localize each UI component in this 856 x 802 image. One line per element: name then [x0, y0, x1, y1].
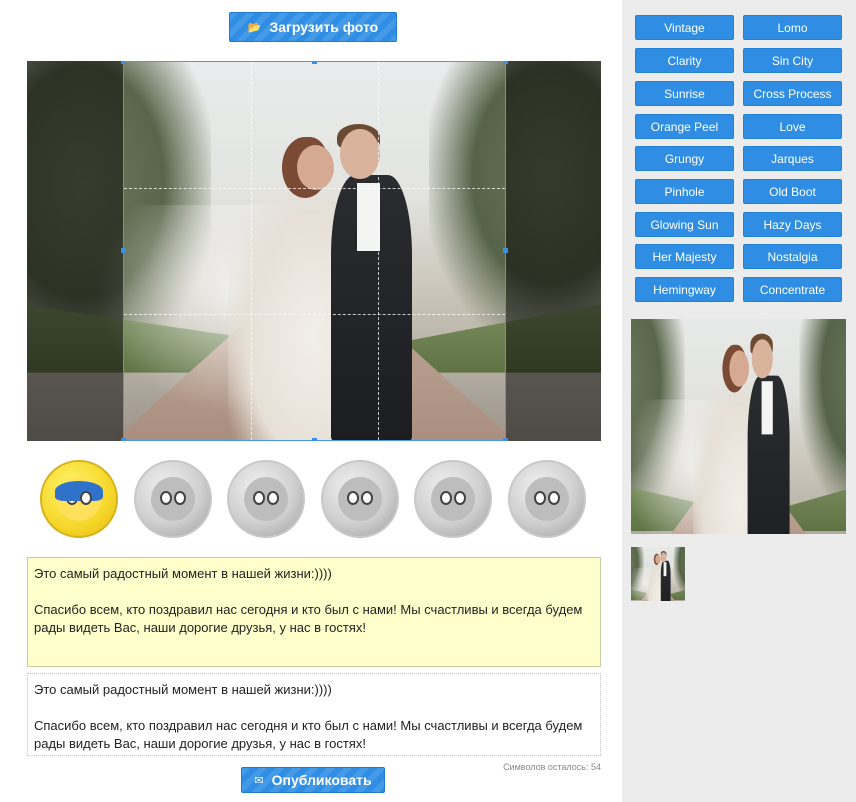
crop-selection[interactable]	[121, 61, 508, 441]
crop-handle-top[interactable]	[312, 61, 317, 64]
crop-handle-right[interactable]	[503, 248, 508, 253]
character-joy-avatar[interactable]	[40, 460, 118, 538]
crop-grid-line	[378, 62, 379, 440]
crop-shade-left	[27, 61, 123, 441]
filter-sunrise-button[interactable]: Sunrise	[635, 81, 734, 106]
cropped-preview-large	[631, 319, 846, 534]
publish-label: Опубликовать	[271, 772, 372, 788]
filter-her-majesty-button[interactable]: Her Majesty	[635, 244, 734, 269]
mail-icon: ✉	[254, 774, 264, 787]
message-preview: Это самый радостный момент в нашей жизни…	[27, 673, 601, 756]
upload-photo-label: Загрузить фото	[269, 19, 379, 35]
filter-love-button[interactable]: Love	[743, 114, 842, 139]
bing-bong-face-icon	[525, 477, 569, 521]
filter-old-boot-button[interactable]: Old Boot	[743, 179, 842, 204]
crop-handle-top-right[interactable]	[503, 61, 508, 64]
chars-left-counter: Символов осталось: 54	[503, 762, 601, 772]
publish-button[interactable]: ✉ Опубликовать	[241, 767, 385, 793]
folder-icon: 📂	[247, 21, 262, 34]
cropped-preview-thumbnail[interactable]	[631, 547, 685, 601]
filter-lomo-button[interactable]: Lomo	[743, 15, 842, 40]
character-disgust-avatar[interactable]	[414, 460, 492, 538]
crop-handle-top-left[interactable]	[121, 61, 126, 64]
crop-handle-left[interactable]	[121, 248, 126, 253]
filter-nostalgia-button[interactable]: Nostalgia	[743, 244, 842, 269]
disgust-face-icon	[431, 477, 475, 521]
crop-shade-right	[506, 61, 601, 441]
filter-hemingway-button[interactable]: Hemingway	[635, 277, 734, 302]
character-fear-avatar[interactable]	[321, 460, 399, 538]
character-sadness-avatar[interactable]	[134, 460, 212, 538]
crop-grid-line	[124, 188, 505, 189]
message-textarea[interactable]: Это самый радостный момент в нашей жизни…	[27, 557, 601, 667]
filter-clarity-button[interactable]: Clarity	[635, 48, 734, 73]
filter-hazy-days-button[interactable]: Hazy Days	[743, 212, 842, 237]
joy-face-icon	[55, 477, 103, 521]
filter-glowing-sun-button[interactable]: Glowing Sun	[635, 212, 734, 237]
upload-photo-button[interactable]: 📂 Загрузить фото	[229, 12, 397, 42]
crop-handle-bottom-right[interactable]	[503, 438, 508, 441]
filter-grungy-button[interactable]: Grungy	[635, 146, 734, 171]
anger-face-icon	[244, 477, 288, 521]
crop-handle-bottom-left[interactable]	[121, 438, 126, 441]
sadness-face-icon	[151, 477, 195, 521]
filter-sin-city-button[interactable]: Sin City	[743, 48, 842, 73]
character-bing-bong-avatar[interactable]	[508, 460, 586, 538]
crop-grid-line	[124, 314, 505, 315]
filter-orange-peel-button[interactable]: Orange Peel	[635, 114, 734, 139]
character-anger-avatar[interactable]	[227, 460, 305, 538]
filter-pinhole-button[interactable]: Pinhole	[635, 179, 734, 204]
crop-handle-bottom[interactable]	[312, 438, 317, 441]
filters-sidebar: Vintage Lomo Clarity Sin City Sunrise Cr…	[622, 0, 856, 802]
filter-concentrate-button[interactable]: Concentrate	[743, 277, 842, 302]
filter-jarques-button[interactable]: Jarques	[743, 146, 842, 171]
crop-grid-line	[251, 62, 252, 440]
photo-editor[interactable]	[27, 61, 601, 441]
filter-vintage-button[interactable]: Vintage	[635, 15, 734, 40]
filter-cross-process-button[interactable]: Cross Process	[743, 81, 842, 106]
fear-face-icon	[338, 477, 382, 521]
